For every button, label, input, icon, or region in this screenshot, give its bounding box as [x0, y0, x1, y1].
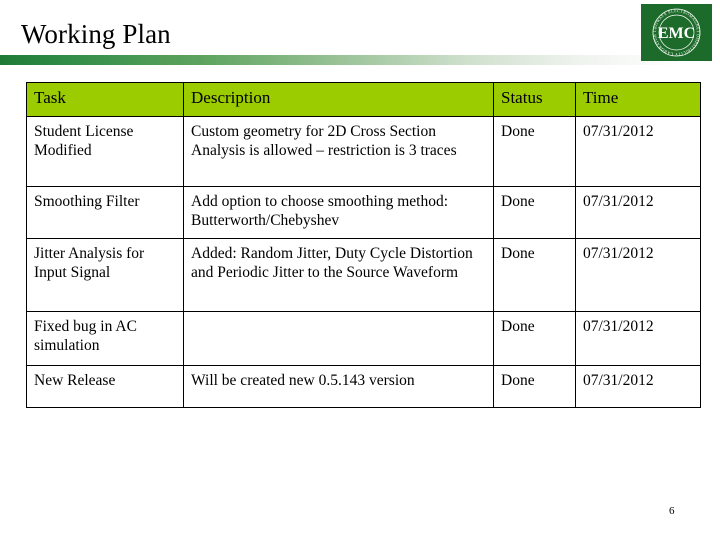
cell-task: Fixed bug in AC simulation	[26, 311, 184, 366]
table-row: Fixed bug in AC simulation Done 07/31/20…	[26, 311, 701, 366]
column-header-task: Task	[26, 82, 184, 117]
cell-task: Student License Modified	[26, 116, 184, 187]
page-title: Working Plan	[21, 19, 171, 49]
cell-description: Add option to choose smoothing method: B…	[183, 186, 494, 239]
cell-description: Custom geometry for 2D Cross Section Ana…	[183, 116, 494, 187]
cell-description: Added: Random Jitter, Duty Cycle Distort…	[183, 238, 494, 312]
cell-time: 07/31/2012	[575, 365, 701, 408]
column-header-time: Time	[575, 82, 701, 117]
table-row: Student License Modified Custom geometry…	[26, 116, 701, 187]
status-badge: Done	[493, 116, 576, 187]
cell-task: Jitter Analysis for Input Signal	[26, 238, 184, 312]
cell-task: Smoothing Filter	[26, 186, 184, 239]
table-row: New Release Will be created new 0.5.143 …	[26, 365, 701, 408]
cell-description: Will be created new 0.5.143 version	[183, 365, 494, 408]
status-badge: Done	[493, 186, 576, 239]
cell-time: 07/31/2012	[575, 238, 701, 312]
status-badge: Done	[493, 238, 576, 312]
status-badge: Done	[493, 311, 576, 366]
working-plan-table: Task Description Status Time Student Lic…	[26, 82, 701, 408]
emc-logo: MICROWAVE ELECTROMAGNETIC COMPATIBILITY …	[641, 4, 712, 61]
cell-time: 07/31/2012	[575, 186, 701, 239]
page-number: 6	[669, 505, 675, 517]
table-row: Smoothing Filter Add option to choose sm…	[26, 186, 701, 239]
cell-time: 07/31/2012	[575, 311, 701, 366]
column-header-status: Status	[493, 82, 576, 117]
cell-task: New Release	[26, 365, 184, 408]
status-badge: Done	[493, 365, 576, 408]
title-divider-rule	[0, 55, 720, 65]
column-header-description: Description	[183, 82, 494, 117]
table-header-row: Task Description Status Time	[26, 82, 701, 117]
table-row: Jitter Analysis for Input Signal Added: …	[26, 238, 701, 312]
cell-description	[183, 311, 494, 366]
cell-time: 07/31/2012	[575, 116, 701, 187]
logo-center-text: EMC	[658, 25, 695, 42]
